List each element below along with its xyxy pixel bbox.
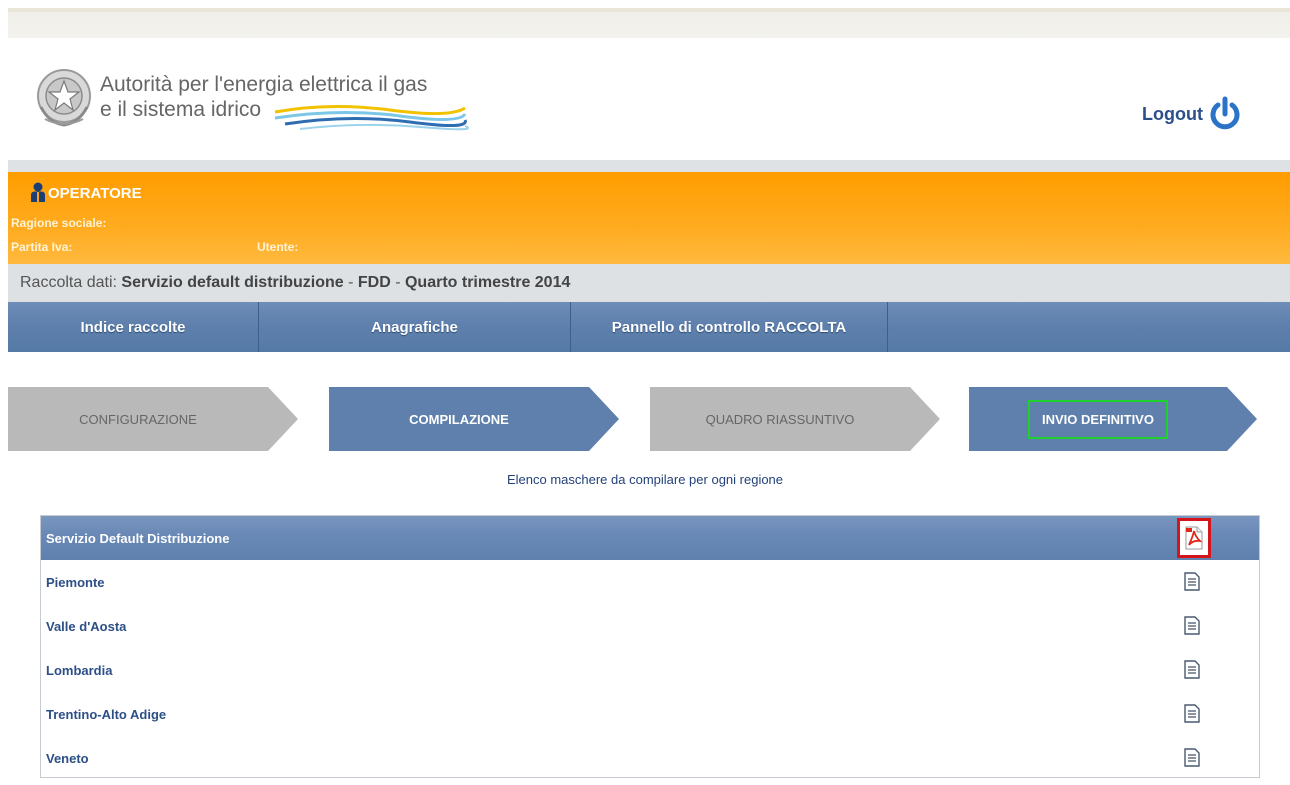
step-arrow (589, 387, 619, 451)
table-row[interactable]: Piemonte (41, 560, 1259, 604)
raccolta-name: Servizio default distribuzione (121, 274, 344, 291)
nav-empty (888, 302, 1290, 352)
document-icon[interactable] (1184, 704, 1200, 723)
nav-pannello-controllo[interactable]: Pannello di controllo RACCOLTA (571, 302, 888, 352)
document-icon[interactable] (1184, 660, 1200, 679)
partita-iva-label: Partita Iva: (11, 240, 73, 254)
document-icon[interactable] (1184, 616, 1200, 635)
region-label: Lombardia (46, 662, 113, 678)
step-arrow (268, 387, 298, 451)
operator-title-text: OPERATORE (48, 185, 142, 202)
step-configurazione[interactable]: CONFIGURAZIONE (8, 387, 268, 451)
raccolta-separator: - (343, 274, 358, 291)
user-icon (31, 182, 45, 202)
step-invio-definitivo-label: INVIO DEFINITIVO (1028, 399, 1168, 439)
main-nav: Indice raccolte Anagrafiche Pannello di … (8, 302, 1290, 352)
raccolta-period: Quarto trimestre 2014 (404, 274, 571, 291)
logout-label: Logout (1142, 103, 1203, 124)
table-row[interactable]: Valle d'Aosta (41, 604, 1259, 648)
power-icon (1210, 96, 1240, 130)
logo-waves-icon (274, 104, 469, 131)
raccolta-label: Raccolta dati: (20, 274, 117, 291)
step-invio-definitivo[interactable]: INVIO DEFINITIVO (969, 387, 1227, 451)
nav-indice-raccolte[interactable]: Indice raccolte (8, 302, 259, 352)
raccolta-info: Raccolta dati: Servizio default distribu… (8, 264, 1290, 302)
table-header-label: Servizio Default Distribuzione (46, 530, 230, 546)
region-label: Valle d'Aosta (46, 618, 127, 634)
regions-table: Servizio Default Distribuzione Piemonte … (40, 515, 1260, 778)
table-header: Servizio Default Distribuzione (41, 516, 1259, 560)
nav-anagrafiche[interactable]: Anagrafiche (259, 302, 571, 352)
italian-republic-emblem-icon (37, 69, 91, 127)
table-row[interactable]: Veneto (41, 736, 1259, 780)
pdf-download-button[interactable] (1177, 518, 1211, 558)
document-icon[interactable] (1184, 748, 1200, 767)
raccolta-separator-2: - (390, 274, 405, 291)
ragione-sociale-label: Ragione sociale: (11, 216, 107, 230)
table-row[interactable]: Trentino-Alto Adige (41, 692, 1259, 736)
header-separator (8, 160, 1290, 172)
raccolta-code: FDD (357, 274, 391, 291)
browser-top-strip (8, 8, 1290, 38)
operator-band (8, 172, 1290, 264)
document-icon[interactable] (1184, 572, 1200, 591)
pdf-icon (1185, 526, 1203, 550)
step-arrow (1227, 387, 1257, 451)
step-quadro-riassuntivo[interactable]: QUADRO RIASSUNTIVO (650, 387, 910, 451)
region-label: Trentino-Alto Adige (46, 706, 167, 722)
step-compilazione[interactable]: COMPILAZIONE (329, 387, 589, 451)
region-label: Piemonte (46, 574, 105, 590)
table-row[interactable]: Lombardia (41, 648, 1259, 692)
utente-label: Utente: (257, 240, 299, 254)
operator-title: OPERATORE (30, 182, 142, 202)
logout-button[interactable]: Logout (1142, 94, 1241, 134)
step-arrow (910, 387, 940, 451)
region-label: Veneto (46, 750, 89, 766)
elenco-caption: Elenco maschere da compilare per ogni re… (506, 472, 784, 487)
